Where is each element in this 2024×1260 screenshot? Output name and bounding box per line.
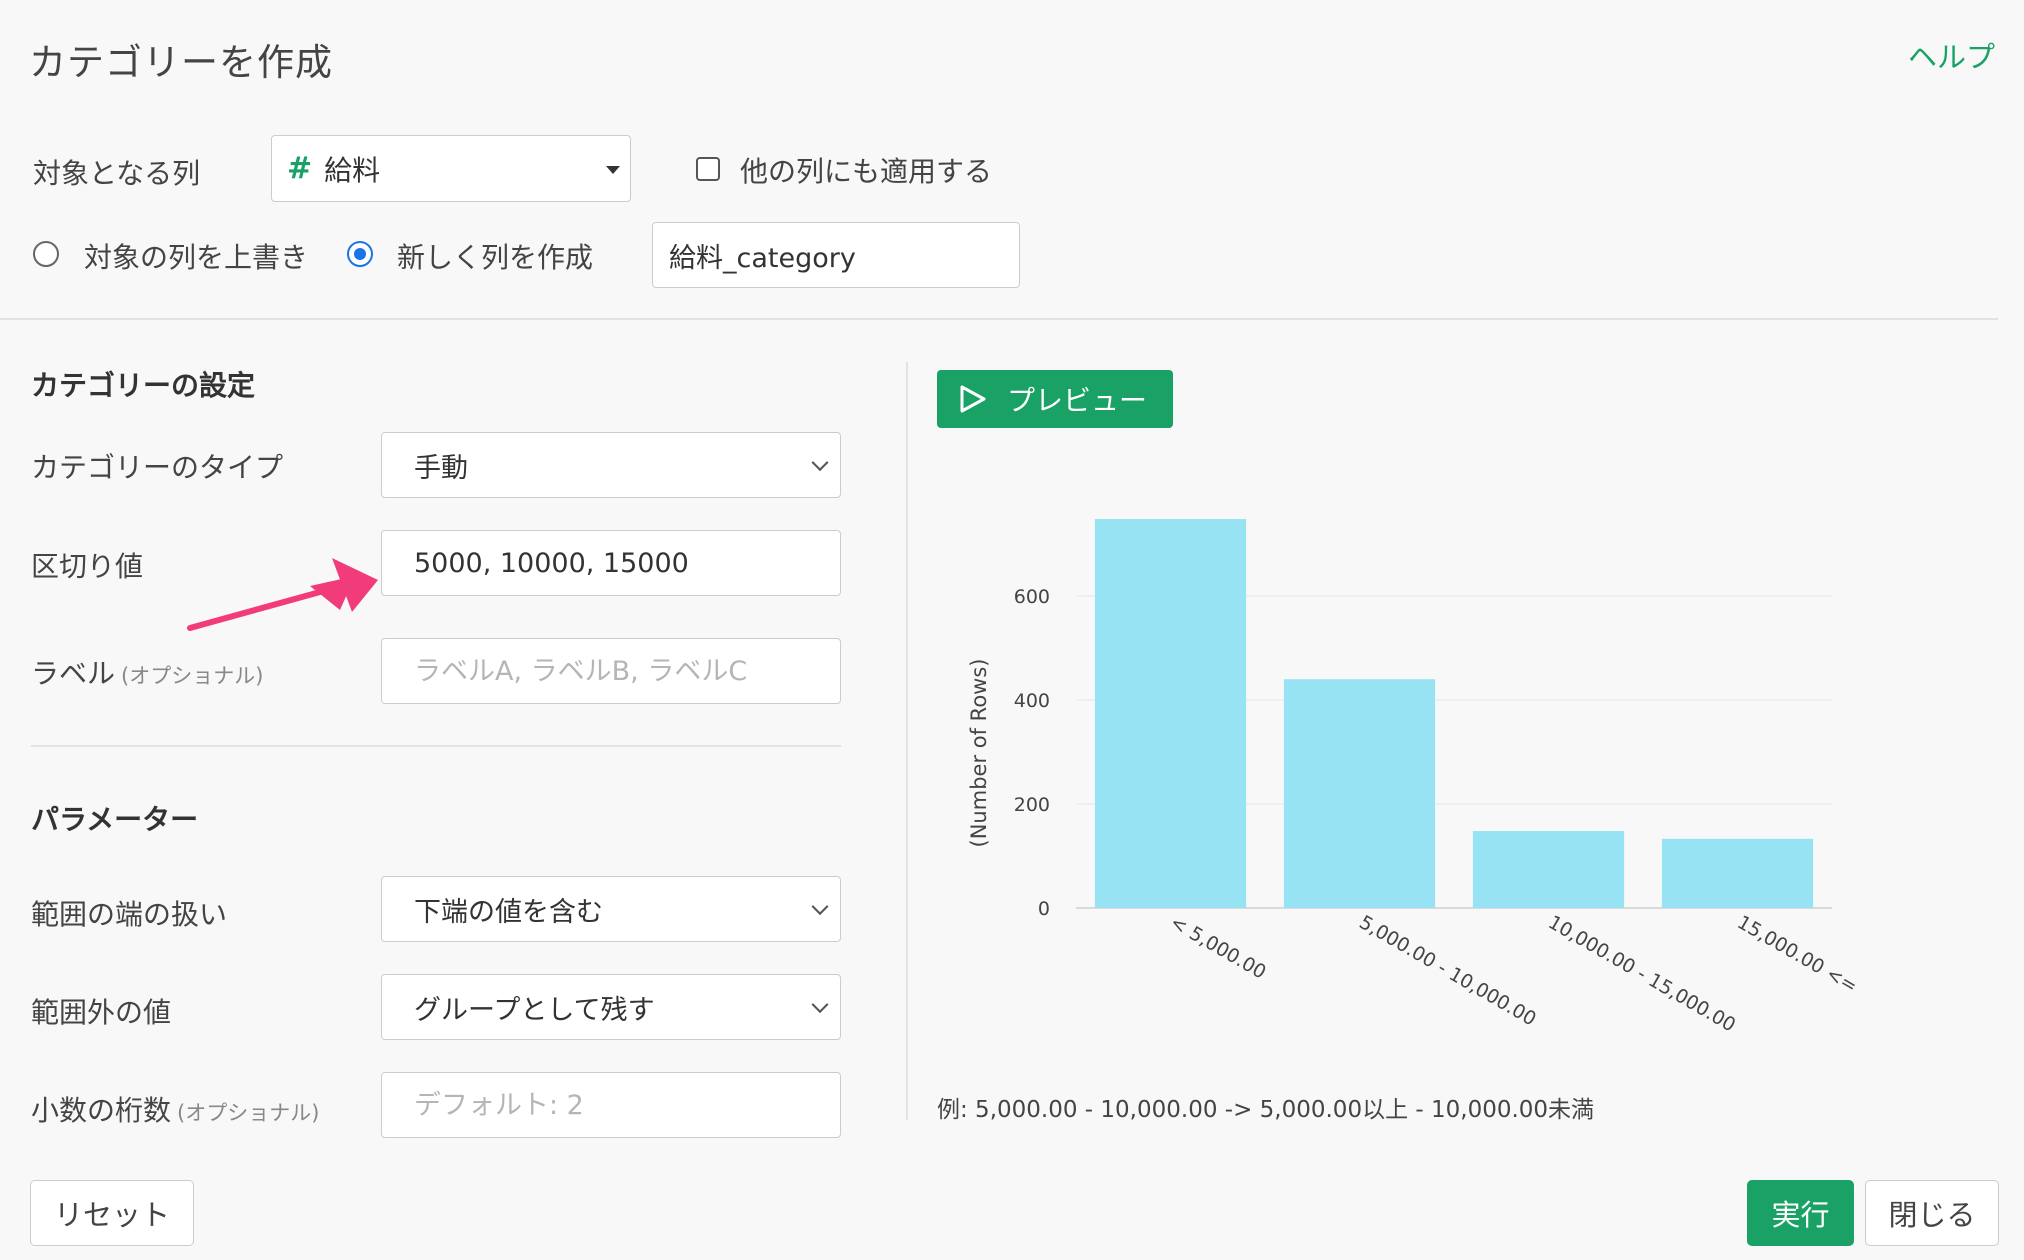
example-text: 例: 5,000.00 - 10,000.00 -> 5,000.00以上 - … <box>937 1097 1595 1123</box>
outside-values-label: 範囲外の値 <box>31 996 172 1029</box>
target-column-value: 給料 <box>324 153 381 187</box>
x-tick-label: 5,000.00 - 10,000.00 <box>1355 911 1539 1030</box>
create-new-radio[interactable] <box>347 241 373 267</box>
bar <box>1472 831 1625 908</box>
category-settings-title: カテゴリーの設定 <box>31 369 256 402</box>
category-type-select[interactable]: 手動 <box>381 432 841 498</box>
section-divider <box>31 745 841 747</box>
breaks-label: 区切り値 <box>31 550 144 583</box>
decimals-label-group: 小数の桁数 (オプショナル) <box>31 1089 319 1129</box>
y-tick-label: 600 <box>1014 586 1050 608</box>
decimals-optional-hint: (オプショナル) <box>177 1101 320 1125</box>
preview-button[interactable]: プレビュー <box>937 370 1173 428</box>
execute-button[interactable]: 実行 <box>1747 1180 1854 1246</box>
preview-button-label: プレビュー <box>1007 384 1148 417</box>
outside-values-select[interactable]: グループとして残す <box>381 974 841 1040</box>
annotation-arrow <box>187 558 378 631</box>
labels-label-group: ラベル (オプショナル) <box>31 652 263 692</box>
outside-values-value: グループとして残す <box>414 994 655 1026</box>
chevron-down-icon <box>811 996 829 1014</box>
bar <box>1661 838 1814 908</box>
bar <box>1283 679 1436 908</box>
y-axis-label: (Number of Rows) <box>967 659 991 848</box>
labels-optional-hint: (オプショナル) <box>121 664 264 688</box>
chevron-down-icon <box>811 454 829 472</box>
y-tick-label: 200 <box>1014 794 1050 816</box>
category-type-label: カテゴリーのタイプ <box>31 451 284 484</box>
x-tick-label: < 5,000.00 <box>1166 911 1269 983</box>
apply-other-columns-checkbox[interactable] <box>696 157 720 181</box>
decimals-label: 小数の桁数 <box>31 1094 172 1127</box>
vertical-divider <box>906 362 908 1120</box>
play-icon <box>960 385 986 413</box>
x-tick-label: 15,000.00 <= <box>1733 911 1860 997</box>
labels-input[interactable] <box>381 638 841 704</box>
dialog-title: カテゴリーを作成 <box>29 41 333 84</box>
new-column-name-input[interactable] <box>652 222 1020 288</box>
close-button[interactable]: 閉じる <box>1865 1180 1999 1246</box>
help-link[interactable]: ヘルプ <box>1908 34 1995 76</box>
breaks-input[interactable] <box>381 530 841 596</box>
numeric-type-icon: # <box>287 151 313 186</box>
y-tick-label: 0 <box>1038 898 1050 920</box>
bar <box>1094 519 1247 908</box>
edge-handling-label: 範囲の端の扱い <box>31 898 228 931</box>
category-type-value: 手動 <box>414 452 468 484</box>
overwrite-label: 対象の列を上書き <box>84 241 309 274</box>
target-column-select[interactable]: # 給料 <box>271 135 631 202</box>
overwrite-radio[interactable] <box>33 241 59 267</box>
x-tick-label: 10,000.00 - 15,000.00 <box>1544 911 1739 1036</box>
labels-label: ラベル <box>31 657 116 690</box>
caret-down-icon <box>606 166 620 174</box>
apply-other-columns-label: 他の列にも適用する <box>740 155 993 188</box>
reset-button[interactable]: リセット <box>30 1180 194 1246</box>
create-new-label: 新しく列を作成 <box>397 241 594 274</box>
y-tick-label: 400 <box>1014 690 1050 712</box>
histogram-chart: 0 200 400 600 < 5,000.00 5,000.00 - 10,000.0… <box>967 519 1860 1037</box>
target-column-label: 対象となる列 <box>33 157 201 190</box>
decimals-input[interactable] <box>381 1072 841 1138</box>
divider <box>0 318 1998 320</box>
parameters-title: パラメーター <box>31 803 199 836</box>
chevron-down-icon <box>811 898 829 916</box>
edge-handling-value: 下端の値を含む <box>414 896 603 928</box>
edge-handling-select[interactable]: 下端の値を含む <box>381 876 841 942</box>
